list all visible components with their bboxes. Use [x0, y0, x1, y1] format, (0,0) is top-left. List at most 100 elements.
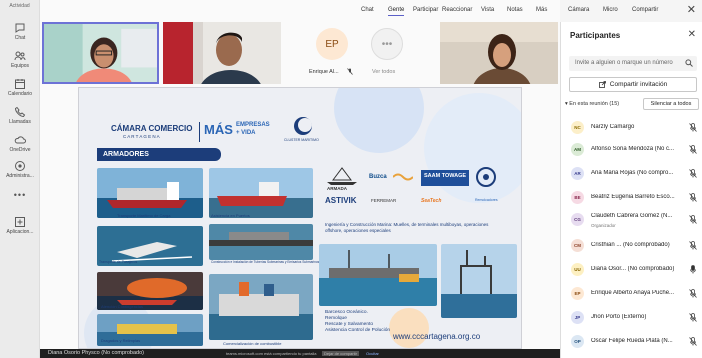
participant-name: Enrique Alberto Anaya Puche...	[591, 290, 675, 296]
mic-off-icon[interactable]	[689, 313, 697, 322]
photo-offshore-rig	[441, 244, 517, 318]
participant-row[interactable]: AR Ana Maria Rojas (No compro...	[561, 164, 702, 182]
participant-row[interactable]: NC Narzly Camargo	[561, 118, 702, 136]
teams-meeting-window: Actividad Chat Equipos Calendario Llamad…	[0, 0, 702, 358]
participant-row[interactable]: UU Diana Osor... (No comprobado)	[561, 260, 702, 278]
rail-item-label: Administra...	[6, 173, 34, 179]
mic-off-icon	[347, 68, 353, 75]
participant-name: Alfonso Soria Mendoza (No c...	[591, 146, 675, 152]
toolbar-people[interactable]: Gente	[388, 7, 405, 16]
mic-off-icon[interactable]	[689, 123, 697, 132]
phone-icon	[14, 106, 26, 118]
photo-label: Comercialización de combustible	[223, 341, 282, 346]
rail-activity-label[interactable]: Actividad	[0, 0, 39, 9]
participant-row[interactable]: CM Cristhian ... (No comprobado)	[561, 236, 702, 254]
stop-sharing-button[interactable]: Dejar de compartir	[322, 351, 359, 356]
mic-off-icon[interactable]	[689, 169, 697, 178]
avatar: AR	[571, 167, 584, 180]
photo-fuel	[209, 274, 313, 340]
photo-cargo-ship	[97, 168, 203, 218]
panel-title: Participantes	[570, 31, 621, 40]
participants-panel: Participantes ✕ Invite a alguien o marqu…	[560, 22, 702, 358]
mas-logo: MÁS	[204, 122, 233, 137]
toolbar-camera[interactable]: Cámara	[568, 7, 589, 13]
participant-name: Claudeth Cabrera Gomez (N...	[591, 213, 673, 219]
participant-row[interactable]: AM Alfonso Soria Mendoza (No c...	[561, 140, 702, 158]
invite-search-input[interactable]: Invite a alguien o marque un número	[569, 56, 697, 71]
mic-off-icon[interactable]	[689, 241, 697, 250]
avatar: CG	[571, 213, 584, 226]
cluster-label: CLUSTER MARITIMO	[284, 138, 319, 142]
toolbar-chat[interactable]: Chat	[361, 7, 374, 13]
logo-text: SeaTech	[421, 198, 442, 204]
hide-button[interactable]: Ocultar	[366, 351, 379, 356]
participant-name: Diana Osor... (No comprobado)	[591, 266, 675, 272]
toolbar-more[interactable]: Más	[536, 7, 547, 13]
search-placeholder: Invite a alguien o marque un número	[575, 60, 673, 66]
rail-item-chat[interactable]: Chat	[0, 22, 40, 41]
rail-item-calendar[interactable]: Calendario	[0, 78, 40, 97]
participant-name: Cristhian ... (No comprobado)	[591, 242, 670, 248]
participant-row[interactable]: JP Jhon Porto (Externo)	[561, 308, 702, 326]
rail-item-admin[interactable]: Administra...	[0, 160, 40, 179]
rail-item-label: Aplicacion...	[6, 229, 34, 235]
rail-item-apps[interactable]: Aplicacion...	[0, 216, 40, 235]
video-tile-man[interactable]	[163, 22, 281, 84]
share-icon	[598, 81, 606, 88]
in-meeting-section[interactable]: ▾ En esta reunión (15)	[565, 101, 619, 107]
participant-row[interactable]: OP Oscar Felipe Rueda Plata (N...	[561, 332, 702, 350]
website-url[interactable]: www.cccartagena.org.co	[393, 332, 480, 341]
shared-screen[interactable]: CÁMARA COMERCIO C A R T A G E N A MÁS EM…	[78, 87, 522, 349]
more-apps-icon[interactable]: •••	[0, 190, 40, 200]
participant-row[interactable]: EP Enrique Alberto Anaya Puche...	[561, 284, 702, 302]
participant-video	[163, 22, 281, 84]
add-app-icon	[15, 217, 25, 227]
avatar: NC	[571, 121, 584, 134]
participant-row[interactable]: BE Beatriz Eugenia Barreto Esco...	[561, 188, 702, 206]
avatar: EP	[316, 28, 348, 60]
share-invite-label: Compartir invitación	[609, 81, 668, 88]
toolbar-notes[interactable]: Notas	[507, 7, 523, 13]
rail-item-label: OneDrive	[9, 147, 31, 153]
photo-label: Transporte Marítimo de Carga	[117, 213, 171, 218]
section-label: En esta reunión (15)	[569, 101, 620, 107]
rail-item-label: Llamadas	[9, 119, 31, 125]
avatar: UU	[571, 263, 584, 276]
rail-item-calls[interactable]: Llamadas	[0, 106, 40, 125]
toolbar-share[interactable]: Compartir	[632, 7, 658, 13]
rail-item-label: Equipos	[10, 63, 30, 69]
mic-off-icon[interactable]	[689, 337, 697, 346]
participant-role: Organizador	[591, 223, 616, 228]
presenter-name: Diana Osorio Physco (No comprobado)	[48, 350, 144, 356]
video-tile-woman-glasses[interactable]	[42, 22, 159, 84]
mic-off-icon[interactable]	[689, 215, 697, 224]
mic-off-icon[interactable]	[689, 289, 697, 298]
photo-label: Atención Contingencias	[101, 304, 144, 309]
mic-icon[interactable]	[689, 265, 697, 274]
video-tile-see-all[interactable]: ••• Ver todos	[366, 22, 408, 84]
armada-logo-icon	[327, 167, 357, 185]
participant-name: Oscar Felipe Rueda Plata (N...	[591, 338, 673, 344]
avatar: JP	[571, 311, 584, 324]
buzca-wave-icon	[393, 173, 413, 181]
tile-name: Ver todos	[372, 69, 396, 75]
close-panel-icon[interactable]: ✕	[688, 29, 696, 40]
rail-item-onedrive[interactable]: OneDrive	[0, 134, 40, 153]
toolbar-join[interactable]: Participar	[413, 7, 438, 13]
video-tile-woman-right[interactable]	[440, 22, 558, 84]
mic-off-icon[interactable]	[689, 193, 697, 202]
logo-text: Buzca	[369, 174, 387, 180]
toolbar-mic[interactable]: Micro	[603, 7, 618, 13]
participant-name: Jhon Porto (Externo)	[591, 314, 647, 320]
mute-all-button[interactable]: Silenciar a todos	[643, 98, 699, 110]
video-tile-enrique[interactable]: EP Enrique Al...	[300, 22, 362, 84]
rail-item-teams[interactable]: Equipos	[0, 50, 40, 69]
logo-text: SAAM TOWAGE	[424, 173, 467, 179]
close-meeting-icon[interactable]: ✕	[687, 3, 696, 16]
participant-row[interactable]: CG Claudeth Cabrera Gomez (N... Organizado…	[561, 210, 702, 228]
toolbar-react[interactable]: Reaccionar	[442, 7, 472, 13]
share-invite-button[interactable]: Compartir invitación	[569, 77, 697, 92]
toolbar-view[interactable]: Vista	[481, 7, 494, 13]
service-description: Ingeniería y Construcción Marina: Muelle…	[325, 222, 489, 233]
mic-off-icon[interactable]	[689, 145, 697, 154]
